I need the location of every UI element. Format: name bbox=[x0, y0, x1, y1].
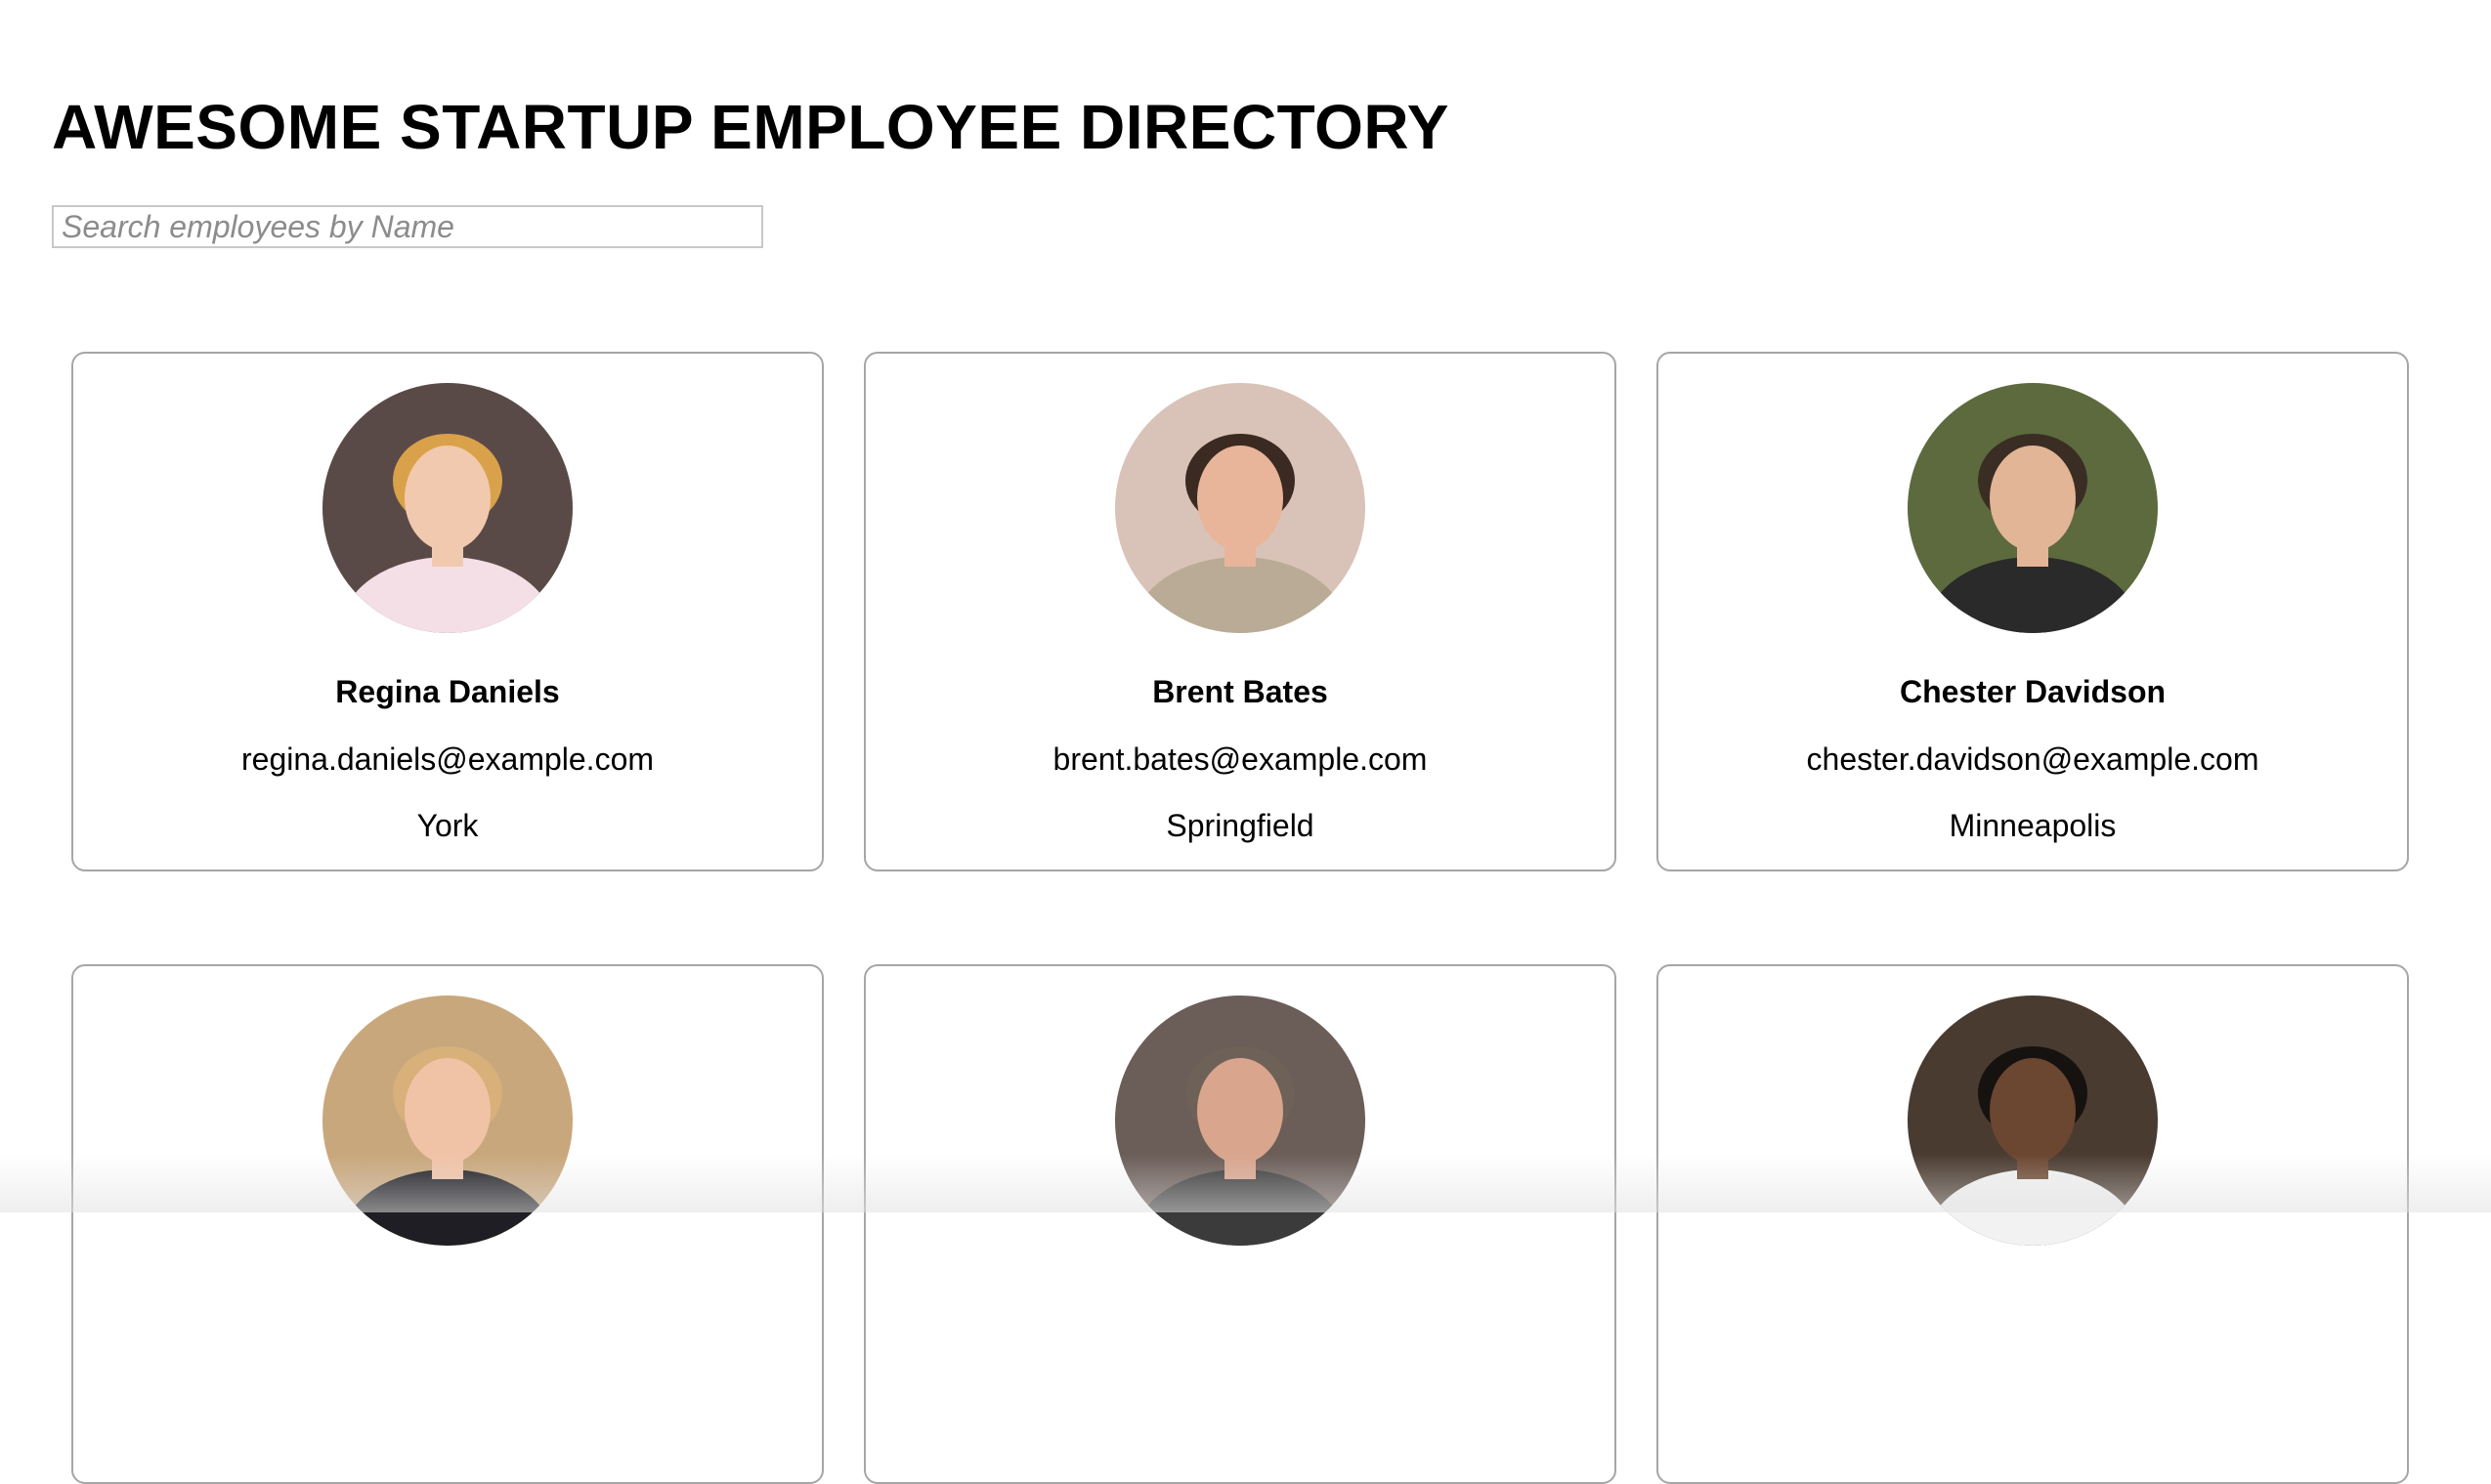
avatar bbox=[1115, 996, 1365, 1246]
avatar bbox=[1908, 383, 2158, 633]
photo-face bbox=[1197, 1058, 1283, 1164]
employee-email: chester.davidson@example.com bbox=[1806, 742, 2259, 777]
employee-name: Regina Daniels bbox=[335, 674, 560, 709]
avatar bbox=[1908, 996, 2158, 1246]
employee-card[interactable] bbox=[1656, 964, 2409, 1484]
photo-face bbox=[405, 1058, 491, 1164]
avatar-photo bbox=[1908, 996, 2158, 1246]
employee-card[interactable] bbox=[71, 964, 824, 1484]
employee-city: Springfield bbox=[1166, 808, 1314, 843]
employee-email: brent.bates@example.com bbox=[1052, 742, 1428, 777]
page-title: AWESOME STARTUP EMPLOYEE DIRECTORY bbox=[52, 92, 1449, 162]
avatar-photo bbox=[322, 383, 573, 633]
photo-face bbox=[1197, 445, 1283, 551]
photo-face bbox=[1990, 445, 2076, 551]
employee-name: Chester Davidson bbox=[1899, 674, 2167, 709]
employee-email: regina.daniels@example.com bbox=[240, 742, 655, 777]
employee-name: Brent Bates bbox=[1152, 674, 1328, 709]
avatar bbox=[322, 383, 573, 633]
employee-card[interactable]: Chester Davidson chester.davidson@exampl… bbox=[1656, 352, 2409, 871]
search-input[interactable] bbox=[52, 205, 763, 248]
photo-face bbox=[405, 445, 491, 551]
avatar bbox=[1115, 383, 1365, 633]
photo-face bbox=[1990, 1058, 2076, 1164]
avatar-photo bbox=[322, 996, 573, 1246]
employee-gallery: Regina Daniels regina.daniels@example.co… bbox=[71, 352, 2410, 1484]
employee-city: York bbox=[416, 808, 479, 843]
avatar-photo bbox=[1115, 996, 1365, 1246]
avatar-photo bbox=[1115, 383, 1365, 633]
avatar bbox=[322, 996, 573, 1246]
employee-card[interactable]: Regina Daniels regina.daniels@example.co… bbox=[71, 352, 824, 871]
employee-city: Minneapolis bbox=[1949, 808, 2117, 843]
employee-card[interactable]: Brent Bates brent.bates@example.com Spri… bbox=[864, 352, 1616, 871]
employee-card[interactable] bbox=[864, 964, 1616, 1484]
avatar-photo bbox=[1908, 383, 2158, 633]
